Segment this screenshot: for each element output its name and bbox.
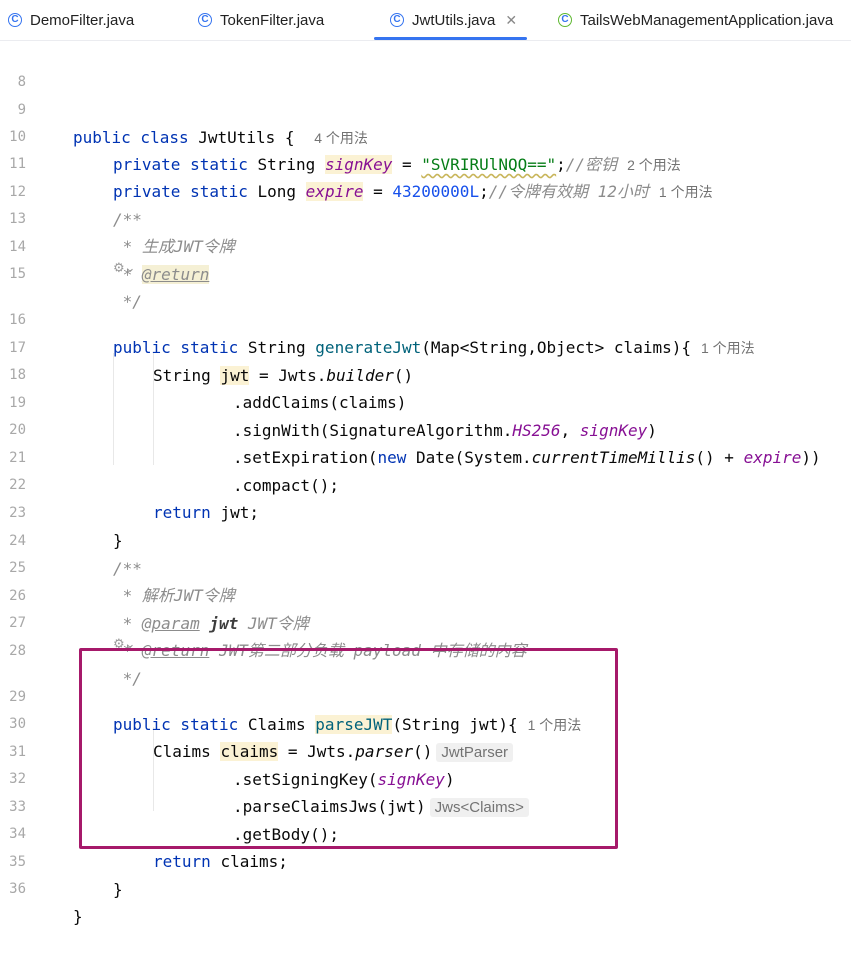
tab-demofilter[interactable]: C DemoFilter.java [8,0,134,40]
code-line-13: 13 * 生成JWT令牌 [0,179,851,256]
code-line-10: 10 private static String signKey = "SVRI… [0,97,851,174]
code-line-15: 15 */ [0,234,851,311]
tab-tokenfilter[interactable]: C TokenFilter.java [198,0,324,40]
code-text: } [73,907,83,926]
code-line-21: 21 .compact(); [0,418,851,495]
code-line-17: 17 String jwt = Jwts.builder() [0,308,851,385]
code-line-11: 11 private static Long expire = 43200000… [0,124,851,201]
code-line-28: 28 */ [0,611,851,688]
render-doc-toggle-icon[interactable]: ⚙︎⌄ [113,261,136,276]
tab-jwtutils[interactable]: C JwtUtils.java ✕ [373,0,528,40]
code-line-8: 8 [0,42,851,90]
tab-label: DemoFilter.java [30,11,135,29]
code-line-9: 9 public class JwtUtils { 4 个用法 [0,70,851,147]
java-class-icon: C [198,13,212,27]
code-line-26: 26 * @param jwt JWT令牌 [0,556,851,633]
java-class-icon: C [8,13,22,27]
code-line-14: 14 * @return [0,207,851,284]
code-line-18: 18 .addClaims(claims) [0,335,851,412]
code-line-12: 12 /** [0,152,851,229]
code-line-27: 27 * @return JWT第二部分负载 payload 中存储的内容 [0,583,851,660]
tab-label: TokenFilter.java [220,11,325,29]
line-number: 36 [9,881,26,897]
code-line-19: 19 .signWith(SignatureAlgorithm.HS256, s… [0,363,851,440]
tab-label: TailsWebManagementApplication.java [580,11,834,29]
tab-application[interactable]: C TailsWebManagementApplication.java [558,0,833,40]
code-text: } [113,880,123,899]
code-line-24: 24 /** [0,501,851,578]
code-line-16: 16 public static String generateJwt(Map<… [0,280,851,357]
code-line-25: 25 * 解析JWT令牌 [0,528,851,605]
code-line-22: 22 return jwt; [0,445,851,522]
close-icon[interactable]: ✕ [505,12,517,29]
java-class-icon: C [390,13,404,27]
highlight-box [79,648,618,849]
tab-label: JwtUtils.java [412,11,496,29]
editor-tab-bar: C DemoFilter.java C TokenFilter.java C J… [0,0,851,41]
code-line-20: 20 .setExpiration(new Date(System.curren… [0,390,851,467]
spring-class-icon: C [558,13,572,27]
code-line-23: 23 } [0,473,851,550]
